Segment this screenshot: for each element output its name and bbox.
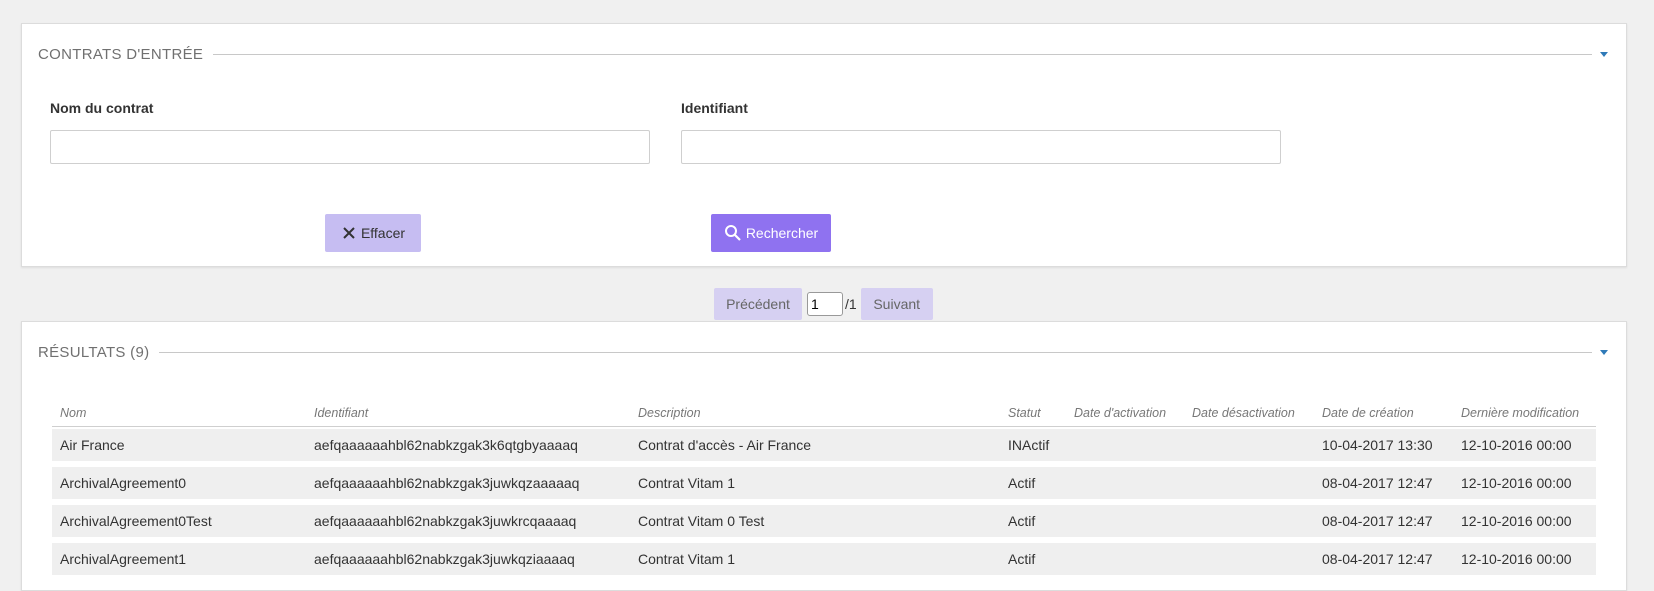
table-row[interactable]: ArchivalAgreement1 aefqaaaaaahbl62nabkzg… (52, 543, 1596, 581)
cell-nom: ArchivalAgreement1 (52, 543, 306, 581)
column-header-description[interactable]: Description (630, 400, 1000, 427)
next-page-button[interactable]: Suivant (860, 288, 933, 320)
identifier-input[interactable] (681, 130, 1281, 164)
results-panel: RÉSULTATS (9) Nom Identifiant Descriptio… (21, 321, 1627, 591)
cell-activation (1066, 467, 1184, 505)
cell-creation: 08-04-2017 12:47 (1314, 543, 1453, 581)
page-number-input[interactable] (807, 292, 843, 316)
table-header-row: Nom Identifiant Description Statut Date … (52, 400, 1596, 427)
identifier-label: Identifiant (681, 100, 748, 116)
cell-desactivation (1184, 543, 1314, 581)
search-button[interactable]: Rechercher (711, 214, 831, 252)
cell-description: Contrat Vitam 1 (630, 467, 1000, 505)
search-panel: CONTRATS D'ENTRÉE Nom du contrat Identif… (21, 23, 1627, 267)
column-header-modification[interactable]: Dernière modification (1453, 400, 1596, 427)
column-header-identifiant[interactable]: Identifiant (306, 400, 630, 427)
table-row[interactable]: ArchivalAgreement0Test aefqaaaaaahbl62na… (52, 505, 1596, 543)
cell-identifiant: aefqaaaaaahbl62nabkzgak3juwkqzaaaaaq (306, 467, 630, 505)
cell-desactivation (1184, 467, 1314, 505)
cell-desactivation (1184, 505, 1314, 543)
cell-description: Contrat Vitam 0 Test (630, 505, 1000, 543)
cell-creation: 08-04-2017 12:47 (1314, 467, 1453, 505)
cell-modification: 12-10-2016 00:00 (1453, 427, 1596, 467)
cell-activation (1066, 543, 1184, 581)
page-total: /1 (845, 296, 857, 312)
search-button-label: Rechercher (745, 225, 819, 241)
cell-modification: 12-10-2016 00:00 (1453, 467, 1596, 505)
column-header-creation[interactable]: Date de création (1314, 400, 1453, 427)
cell-nom: ArchivalAgreement0Test (52, 505, 306, 543)
column-header-nom[interactable]: Nom (52, 400, 306, 427)
search-icon (724, 225, 741, 241)
cell-identifiant: aefqaaaaaahbl62nabkzgak3juwkqziaaaaq (306, 543, 630, 581)
cell-creation: 08-04-2017 12:47 (1314, 505, 1453, 543)
cell-statut: Actif (1000, 543, 1066, 581)
clear-button-label: Effacer (360, 225, 406, 241)
cell-desactivation (1184, 427, 1314, 467)
cell-statut: Actif (1000, 505, 1066, 543)
results-panel-title: RÉSULTATS (9) (38, 343, 150, 361)
cell-activation (1066, 505, 1184, 543)
table-row[interactable]: Air France aefqaaaaaahbl62nabkzgak3k6qtg… (52, 427, 1596, 467)
cell-creation: 10-04-2017 13:30 (1314, 427, 1453, 467)
previous-page-button[interactable]: Précédent (714, 288, 802, 320)
cell-statut: Actif (1000, 467, 1066, 505)
contract-name-input[interactable] (50, 130, 650, 164)
cell-modification: 12-10-2016 00:00 (1453, 505, 1596, 543)
cell-nom: Air France (52, 427, 306, 467)
pagination: Précédent /1 Suivant (714, 288, 933, 320)
results-table: Nom Identifiant Description Statut Date … (52, 400, 1596, 581)
cell-statut: INActif (1000, 427, 1066, 467)
divider (159, 351, 1592, 353)
cell-modification: 12-10-2016 00:00 (1453, 543, 1596, 581)
search-panel-header: CONTRATS D'ENTRÉE (38, 43, 1608, 65)
cell-description: Contrat Vitam 1 (630, 543, 1000, 581)
cell-description: Contrat d'accès - Air France (630, 427, 1000, 467)
cell-nom: ArchivalAgreement0 (52, 467, 306, 505)
cell-activation (1066, 427, 1184, 467)
divider (213, 53, 1592, 55)
chevron-down-icon[interactable] (1600, 51, 1608, 57)
table-row[interactable]: ArchivalAgreement0 aefqaaaaaahbl62nabkzg… (52, 467, 1596, 505)
clear-button[interactable]: Effacer (325, 214, 421, 252)
column-header-activation[interactable]: Date d'activation (1066, 400, 1184, 427)
search-panel-title: CONTRATS D'ENTRÉE (38, 45, 204, 63)
column-header-desactivation[interactable]: Date désactivation (1184, 400, 1314, 427)
results-panel-header: RÉSULTATS (9) (38, 341, 1608, 363)
chevron-down-icon[interactable] (1600, 349, 1608, 355)
cell-identifiant: aefqaaaaaahbl62nabkzgak3juwkrcqaaaaq (306, 505, 630, 543)
column-header-statut[interactable]: Statut (1000, 400, 1066, 427)
close-icon (343, 227, 355, 239)
contract-name-label: Nom du contrat (50, 100, 154, 116)
cell-identifiant: aefqaaaaaahbl62nabkzgak3k6qtgbyaaaaq (306, 427, 630, 467)
